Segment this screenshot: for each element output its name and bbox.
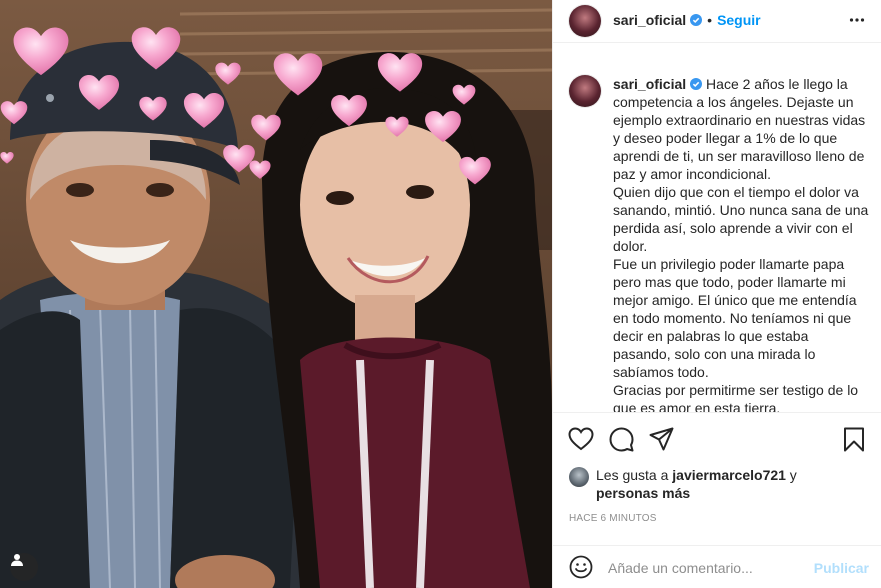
liker-username[interactable]: javiermarcelo721 xyxy=(672,467,786,483)
caption-area[interactable]: sari_oficial Hace 2 años le llego la com… xyxy=(553,55,881,412)
publish-button[interactable]: Publicar xyxy=(814,560,869,576)
likes-prefix: Les gusta a xyxy=(596,467,673,483)
post-photo[interactable] xyxy=(0,0,552,588)
verified-badge-icon xyxy=(690,14,703,26)
likes-middle: y xyxy=(785,467,797,483)
likes-summary: Les gusta a javiermarcelo721 y personas m… xyxy=(569,466,829,502)
more-options-icon[interactable] xyxy=(849,12,865,28)
heart-icon[interactable] xyxy=(568,427,594,451)
caption-text: Hace 2 años le llego la competencia a lo… xyxy=(613,76,869,412)
avatar[interactable] xyxy=(569,5,601,37)
verified-badge-icon xyxy=(690,78,703,90)
header-username[interactable]: sari_oficial xyxy=(613,12,686,28)
bookmark-icon[interactable] xyxy=(843,427,865,452)
caption-avatar[interactable] xyxy=(569,75,601,107)
comment-input[interactable] xyxy=(608,557,808,579)
share-icon[interactable] xyxy=(649,427,674,451)
comment-bar: Publicar xyxy=(553,545,881,588)
likes-others-link[interactable]: personas más xyxy=(596,485,690,501)
post-side-panel: sari_oficial • Seguir sari_oficial Hace 2 … xyxy=(552,0,881,588)
action-bar xyxy=(553,412,881,462)
post-timestamp[interactable]: HACE 6 MINUTOS xyxy=(569,513,657,524)
follow-button[interactable]: Seguir xyxy=(717,12,761,28)
header-user-info: sari_oficial • Seguir xyxy=(613,12,761,30)
caption: sari_oficial Hace 2 años le llego la com… xyxy=(613,75,869,412)
emoji-icon[interactable] xyxy=(569,555,593,579)
liker-avatar[interactable] xyxy=(569,467,589,487)
separator-dot: • xyxy=(707,12,713,28)
caption-row: sari_oficial Hace 2 años le llego la com… xyxy=(569,75,869,412)
user-tag-icon[interactable] xyxy=(10,553,38,581)
likes-text: Les gusta a javiermarcelo721 y personas m… xyxy=(596,466,829,502)
comment-icon[interactable] xyxy=(609,427,634,452)
post-header: sari_oficial • Seguir xyxy=(553,0,881,43)
photo-illustration xyxy=(0,0,552,588)
caption-username[interactable]: sari_oficial xyxy=(613,76,686,92)
